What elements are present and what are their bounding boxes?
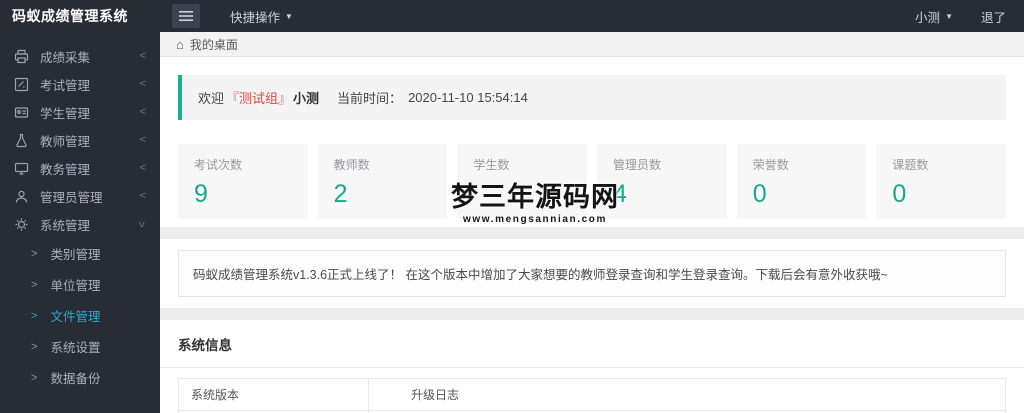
sidebar-subitem-unit-management[interactable]: > 单位管理 bbox=[0, 269, 160, 300]
sidebar-subitem-label: 数据备份 bbox=[50, 372, 101, 386]
topbar: 码蚁成绩管理系统 快捷操作 ▼ 小测 ▼ 退了 bbox=[0, 0, 1024, 32]
sidebar-subitem-category-management[interactable]: > 类别管理 bbox=[0, 238, 160, 269]
chevron-down-icon: < bbox=[136, 220, 149, 228]
sidebar-item-label: 管理员管理 bbox=[40, 190, 103, 205]
sidebar-toggle-button[interactable] bbox=[172, 4, 200, 28]
sidebar-item-label: 成绩采集 bbox=[40, 50, 91, 65]
table-row: 系统版本 升级日志 bbox=[178, 378, 1006, 411]
system-version-cell: 升级日志 bbox=[368, 378, 1006, 411]
stat-card-teacher-count: 教师数 2 bbox=[317, 144, 448, 219]
student-card-icon bbox=[14, 105, 29, 120]
stat-card-admin-count: 管理员数 4 bbox=[597, 144, 727, 219]
sidebar-item-admin-management[interactable]: 管理员管理 < bbox=[0, 182, 160, 210]
stat-value: 9 bbox=[194, 180, 208, 208]
dashboard-panel: 欢迎 『测试组』 小测 当前时间： 2020-11-10 15:54:14 考试… bbox=[160, 57, 1024, 227]
sidebar-item-label: 考试管理 bbox=[40, 78, 91, 93]
app-title: 码蚁成绩管理系统 bbox=[12, 8, 128, 24]
quick-actions-dropdown[interactable]: 快捷操作 ▼ bbox=[230, 7, 293, 26]
sidebar-subitem-label: 系统设置 bbox=[50, 341, 101, 355]
divider bbox=[160, 367, 1024, 368]
welcome-username: 小测 bbox=[293, 91, 320, 106]
current-time-value: 2020-11-10 15:54:14 bbox=[408, 90, 528, 105]
chevron-right-icon: > bbox=[31, 371, 38, 384]
sidebar-item-teacher-management[interactable]: 教师管理 < bbox=[0, 126, 160, 154]
gear-icon bbox=[14, 217, 29, 232]
welcome-banner: 欢迎 『测试组』 小测 当前时间： 2020-11-10 15:54:14 bbox=[178, 75, 1006, 120]
chevron-left-icon: < bbox=[139, 77, 146, 90]
panel-gap bbox=[160, 227, 1024, 239]
sidebar-subitem-file-management[interactable]: > 文件管理 bbox=[0, 300, 160, 331]
exam-icon bbox=[14, 77, 29, 92]
chevron-down-icon: ▼ bbox=[945, 11, 953, 21]
username-label: 小测 bbox=[915, 10, 941, 25]
sidebar-item-label: 系统管理 bbox=[40, 218, 91, 233]
sidebar-item-system-management[interactable]: 系统管理 < bbox=[0, 210, 160, 238]
stat-card-honor-count: 荣誉数 0 bbox=[736, 144, 867, 219]
flask-icon bbox=[14, 133, 29, 148]
announcement-panel: 码蚁成绩管理系统v1.3.6正式上线了！ 在这个版本中增加了大家想要的教师登录查… bbox=[160, 239, 1024, 308]
sidebar-item-score-collect[interactable]: 成绩采集 < bbox=[0, 42, 160, 70]
sidebar-subitem-label: 文件管理 bbox=[50, 310, 101, 324]
stat-label: 荣誉数 bbox=[752, 158, 789, 172]
stat-value: 0 bbox=[892, 180, 907, 208]
stat-label: 教师数 bbox=[333, 158, 370, 172]
chevron-right-icon: > bbox=[31, 340, 38, 353]
stat-label: 学生数 bbox=[473, 158, 510, 172]
stat-value: 2 bbox=[333, 180, 348, 208]
monitor-icon bbox=[14, 161, 29, 176]
system-info-panel: 系统信息 系统版本 升级日志 服务器地址 172.17.62.142 bbox=[160, 320, 1024, 413]
chevron-down-icon: ▼ bbox=[285, 11, 293, 21]
sidebar-item-label: 教务管理 bbox=[40, 162, 91, 177]
quick-actions-label: 快捷操作 bbox=[230, 10, 281, 25]
app-root: 码蚁成绩管理系统 快捷操作 ▼ 小测 ▼ 退了 成绩采集 < 考试管理 < 学生… bbox=[0, 0, 1024, 413]
announcement-text: 码蚁成绩管理系统v1.3.6正式上线了！ 在这个版本中增加了大家想要的教师登录查… bbox=[178, 250, 1006, 297]
user-icon bbox=[14, 189, 29, 204]
chevron-left-icon: < bbox=[139, 105, 146, 118]
system-info-table: 系统版本 升级日志 服务器地址 172.17.62.142 bbox=[178, 378, 1006, 413]
welcome-group-name: 『测试组』 bbox=[226, 91, 292, 106]
chevron-right-icon: > bbox=[31, 278, 38, 291]
current-time-label: 当前时间： bbox=[337, 91, 403, 106]
chevron-right-icon: > bbox=[31, 247, 38, 260]
chevron-right-icon: > bbox=[31, 309, 38, 322]
main-content: ⌂ 我的桌面 欢迎 『测试组』 小测 当前时间： 2020-11-10 15:5… bbox=[160, 32, 1024, 413]
welcome-prefix: 欢迎 bbox=[198, 91, 225, 106]
logout-button[interactable]: 退了 bbox=[981, 7, 1006, 26]
user-menu-dropdown[interactable]: 小测 ▼ bbox=[915, 7, 953, 26]
stat-label: 课题数 bbox=[892, 158, 929, 172]
sidebar-item-student-management[interactable]: 学生管理 < bbox=[0, 98, 160, 126]
sidebar-subitem-system-settings[interactable]: > 系统设置 bbox=[0, 331, 160, 362]
stat-value bbox=[473, 180, 571, 209]
sidebar-item-label: 教师管理 bbox=[40, 134, 91, 149]
sidebar-item-label: 学生管理 bbox=[40, 106, 91, 121]
system-version-label: 系统版本 bbox=[178, 378, 369, 411]
breadcrumb[interactable]: ⌂ 我的桌面 bbox=[160, 32, 1024, 57]
stat-card-project-count: 课题数 0 bbox=[876, 144, 1007, 219]
chevron-left-icon: < bbox=[139, 189, 146, 202]
breadcrumb-label: 我的桌面 bbox=[189, 37, 238, 52]
sidebar-subitem-label: 类别管理 bbox=[50, 248, 101, 262]
home-icon: ⌂ bbox=[176, 36, 184, 52]
chevron-left-icon: < bbox=[139, 161, 146, 174]
stat-card-student-count: 学生数 bbox=[457, 144, 588, 219]
hamburger-icon bbox=[179, 10, 193, 22]
panel-gap bbox=[160, 308, 1024, 320]
stat-value: 0 bbox=[752, 180, 767, 208]
stat-label: 管理员数 bbox=[613, 158, 662, 172]
sidebar-item-academic-management[interactable]: 教务管理 < bbox=[0, 154, 160, 182]
sidebar-item-exam-management[interactable]: 考试管理 < bbox=[0, 70, 160, 98]
stat-label: 考试次数 bbox=[194, 158, 243, 172]
chevron-left-icon: < bbox=[139, 49, 146, 62]
sidebar-subitem-data-backup[interactable]: > 数据备份 bbox=[0, 362, 160, 393]
printer-icon bbox=[14, 49, 29, 64]
sidebar-subitem-label: 单位管理 bbox=[50, 279, 101, 293]
system-info-title: 系统信息 bbox=[178, 338, 232, 353]
stats-row: 考试次数 9 教师数 2 学生数 管理员数 4 荣誉数 0 课题数 0 bbox=[178, 144, 1007, 219]
chevron-left-icon: < bbox=[139, 133, 146, 146]
stat-card-exam-count: 考试次数 9 bbox=[178, 144, 308, 219]
upgrade-log-link[interactable]: 升级日志 bbox=[381, 386, 459, 403]
sidebar: 成绩采集 < 考试管理 < 学生管理 < 教师管理 < 教务管理 < 管理员管理… bbox=[0, 32, 160, 413]
stat-value: 4 bbox=[613, 180, 627, 208]
